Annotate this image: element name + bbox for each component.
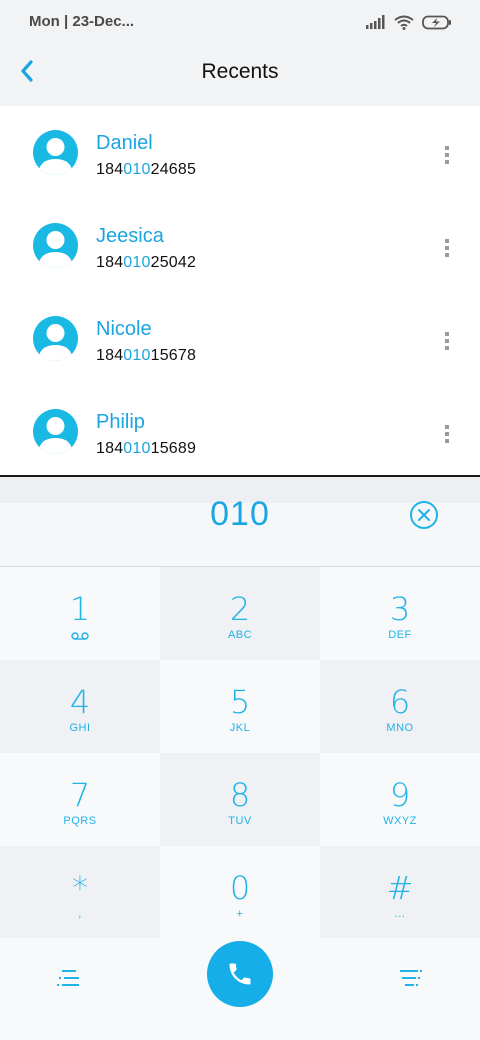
more-options-button[interactable] xyxy=(436,144,458,166)
key-0[interactable]: 0 + xyxy=(160,846,320,939)
avatar xyxy=(33,409,78,454)
menu-button[interactable] xyxy=(398,966,424,990)
contact-name: Philip xyxy=(96,411,145,433)
more-dot xyxy=(445,332,449,336)
menu-lines-icon xyxy=(400,970,422,986)
key-2[interactable]: 2 ABC xyxy=(160,567,320,660)
matched-digits: 010 xyxy=(123,254,151,271)
matched-digits: 010 xyxy=(123,440,151,457)
call-button[interactable] xyxy=(207,941,273,1007)
contact-name: Jeesica xyxy=(96,225,164,247)
status-time: Mon | 23-Dec... xyxy=(29,13,135,30)
contact-row[interactable]: Nicole 18401015678 xyxy=(0,292,480,385)
key-digit: 1 xyxy=(69,590,91,628)
key-digit: 0 xyxy=(229,869,251,907)
key-digit: 7 xyxy=(69,776,91,814)
key-digit: * xyxy=(72,869,88,907)
contact-row[interactable]: Philip 18401015689 xyxy=(0,385,480,476)
contact-row[interactable]: Daniel 18401024685 xyxy=(0,106,480,199)
avatar xyxy=(33,223,78,268)
dial-input-area: 010 xyxy=(0,477,480,566)
more-options-button[interactable] xyxy=(436,330,458,352)
contact-name: Daniel xyxy=(96,132,153,154)
dialer-bottom-bar xyxy=(0,938,480,1040)
key-letters: , xyxy=(78,908,82,920)
contact-number: 18401025042 xyxy=(96,254,197,271)
key-7[interactable]: 7 PQRS xyxy=(0,753,160,846)
key-6[interactable]: 6 MNO xyxy=(320,660,480,753)
key-5[interactable]: 5 JKL xyxy=(160,660,320,753)
more-dot xyxy=(445,432,449,436)
more-dot xyxy=(445,439,449,443)
status-icons xyxy=(366,13,452,31)
person-icon xyxy=(38,138,73,175)
app-bar: Recents xyxy=(0,44,480,106)
key-letters: MNO xyxy=(386,722,414,734)
contact-name: Nicole xyxy=(96,318,152,340)
list-icon xyxy=(57,970,79,986)
key-3[interactable]: 3 DEF xyxy=(320,567,480,660)
keypad: 1 2 ABC 3 DEF 4 GHI 5 JKL 6 MNO 7 PQRS 8… xyxy=(0,566,480,939)
key-8[interactable]: 8 TUV xyxy=(160,753,320,846)
key-digit: # xyxy=(386,869,414,907)
more-options-button[interactable] xyxy=(436,423,458,445)
matched-digits: 010 xyxy=(123,161,151,178)
key-1[interactable]: 1 xyxy=(0,567,160,660)
key-letters: ... xyxy=(394,908,406,920)
key-letters: ABC xyxy=(227,629,253,641)
person-icon xyxy=(38,231,73,268)
key-letters: PQRS xyxy=(63,815,97,827)
person-icon xyxy=(38,324,73,361)
phone-icon xyxy=(229,963,251,985)
key-letters: TUV xyxy=(228,815,252,827)
contact-number: 18401015678 xyxy=(96,347,197,364)
key-letters: JKL xyxy=(229,722,251,734)
more-dot xyxy=(445,425,449,429)
key-digit: 3 xyxy=(389,590,411,628)
key-9[interactable]: 9 WXYZ xyxy=(320,753,480,846)
matched-digits: 010 xyxy=(123,347,151,364)
collapse-keypad-button[interactable] xyxy=(56,966,82,990)
page-title: Recents xyxy=(201,60,279,83)
key-letters: WXYZ xyxy=(383,815,417,827)
signal-icon xyxy=(366,15,385,29)
key-digit: 4 xyxy=(69,683,91,721)
voicemail-icon xyxy=(71,632,89,640)
key-star[interactable]: * , xyxy=(0,846,160,939)
more-dot xyxy=(445,346,449,350)
more-dot xyxy=(445,253,449,257)
wifi-icon xyxy=(394,15,414,30)
key-digit: 2 xyxy=(229,590,251,628)
key-letters: GHI xyxy=(69,722,91,734)
battery-charging-icon xyxy=(422,15,451,29)
key-hash[interactable]: # ... xyxy=(320,846,480,939)
clear-icon xyxy=(410,501,438,529)
contact-number: 18401015689 xyxy=(96,440,197,457)
recents-list: Daniel 18401024685 Jeesica 18401025042 N… xyxy=(0,106,480,476)
more-dot xyxy=(445,153,449,157)
more-dot xyxy=(445,339,449,343)
clear-button[interactable] xyxy=(408,499,440,531)
more-options-button[interactable] xyxy=(436,237,458,259)
key-digit: 8 xyxy=(229,776,251,814)
key-letters: + xyxy=(236,908,244,920)
more-dot xyxy=(445,160,449,164)
contact-number: 18401024685 xyxy=(96,161,197,178)
key-digit: 9 xyxy=(389,776,411,814)
more-dot xyxy=(445,246,449,250)
more-dot xyxy=(445,146,449,150)
contact-row[interactable]: Jeesica 18401025042 xyxy=(0,199,480,292)
avatar xyxy=(33,130,78,175)
key-digit: 6 xyxy=(389,683,411,721)
person-icon xyxy=(38,417,73,454)
key-letters: DEF xyxy=(388,629,412,641)
more-dot xyxy=(445,239,449,243)
key-digit: 5 xyxy=(229,683,251,721)
status-bar: Mon | 23-Dec... xyxy=(0,0,480,44)
avatar xyxy=(33,316,78,361)
key-4[interactable]: 4 GHI xyxy=(0,660,160,753)
